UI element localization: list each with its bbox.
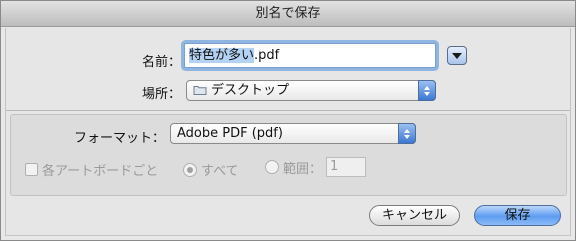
each-artboard-option[interactable]: 各アートボードごと — [25, 160, 158, 179]
range-label: 範囲： — [283, 161, 323, 177]
expand-browser-button[interactable] — [447, 46, 467, 65]
filename-selected-text: 特色が多い — [189, 48, 255, 63]
popup-arrows-icon — [398, 123, 416, 144]
each-artboard-label: 各アートボードごと — [42, 164, 159, 179]
format-label: フォーマット： — [73, 131, 165, 146]
location-value: デスクトップ — [211, 83, 290, 98]
window-title: 別名で保存 — [1, 1, 575, 27]
divider — [6, 110, 570, 111]
save-as-dialog: 別名で保存 名前： 特色が多い.pdf 場所： デスクトップ フォーマット： 各… — [0, 0, 576, 241]
filename-extension: .pdf — [254, 48, 280, 63]
cancel-button[interactable]: キャンセル — [369, 205, 460, 226]
range-option[interactable]: 範囲： 1 — [265, 157, 367, 177]
chevron-down-icon — [452, 52, 462, 59]
filename-input[interactable]: 特色が多い.pdf — [184, 43, 436, 68]
all-radio[interactable] — [183, 162, 197, 177]
range-radio[interactable] — [265, 160, 279, 174]
folder-icon — [193, 86, 207, 95]
name-label: 名前： — [141, 55, 181, 70]
all-option[interactable]: すべて — [183, 160, 239, 179]
each-artboard-checkbox[interactable] — [25, 163, 38, 176]
dialog-content: 名前： 特色が多い.pdf 場所： デスクトップ フォーマット： 各アートボード… — [5, 28, 571, 236]
range-input[interactable]: 1 — [326, 157, 367, 177]
popup-arrows-icon — [418, 80, 436, 101]
save-button[interactable]: 保存 — [474, 205, 561, 226]
location-label: 場所： — [141, 87, 181, 102]
format-value: Adobe PDF (pdf) — [177, 126, 283, 141]
location-popup[interactable]: デスクトップ — [186, 80, 436, 101]
all-label: すべて — [201, 164, 239, 179]
format-popup[interactable]: Adobe PDF (pdf) — [170, 123, 416, 144]
